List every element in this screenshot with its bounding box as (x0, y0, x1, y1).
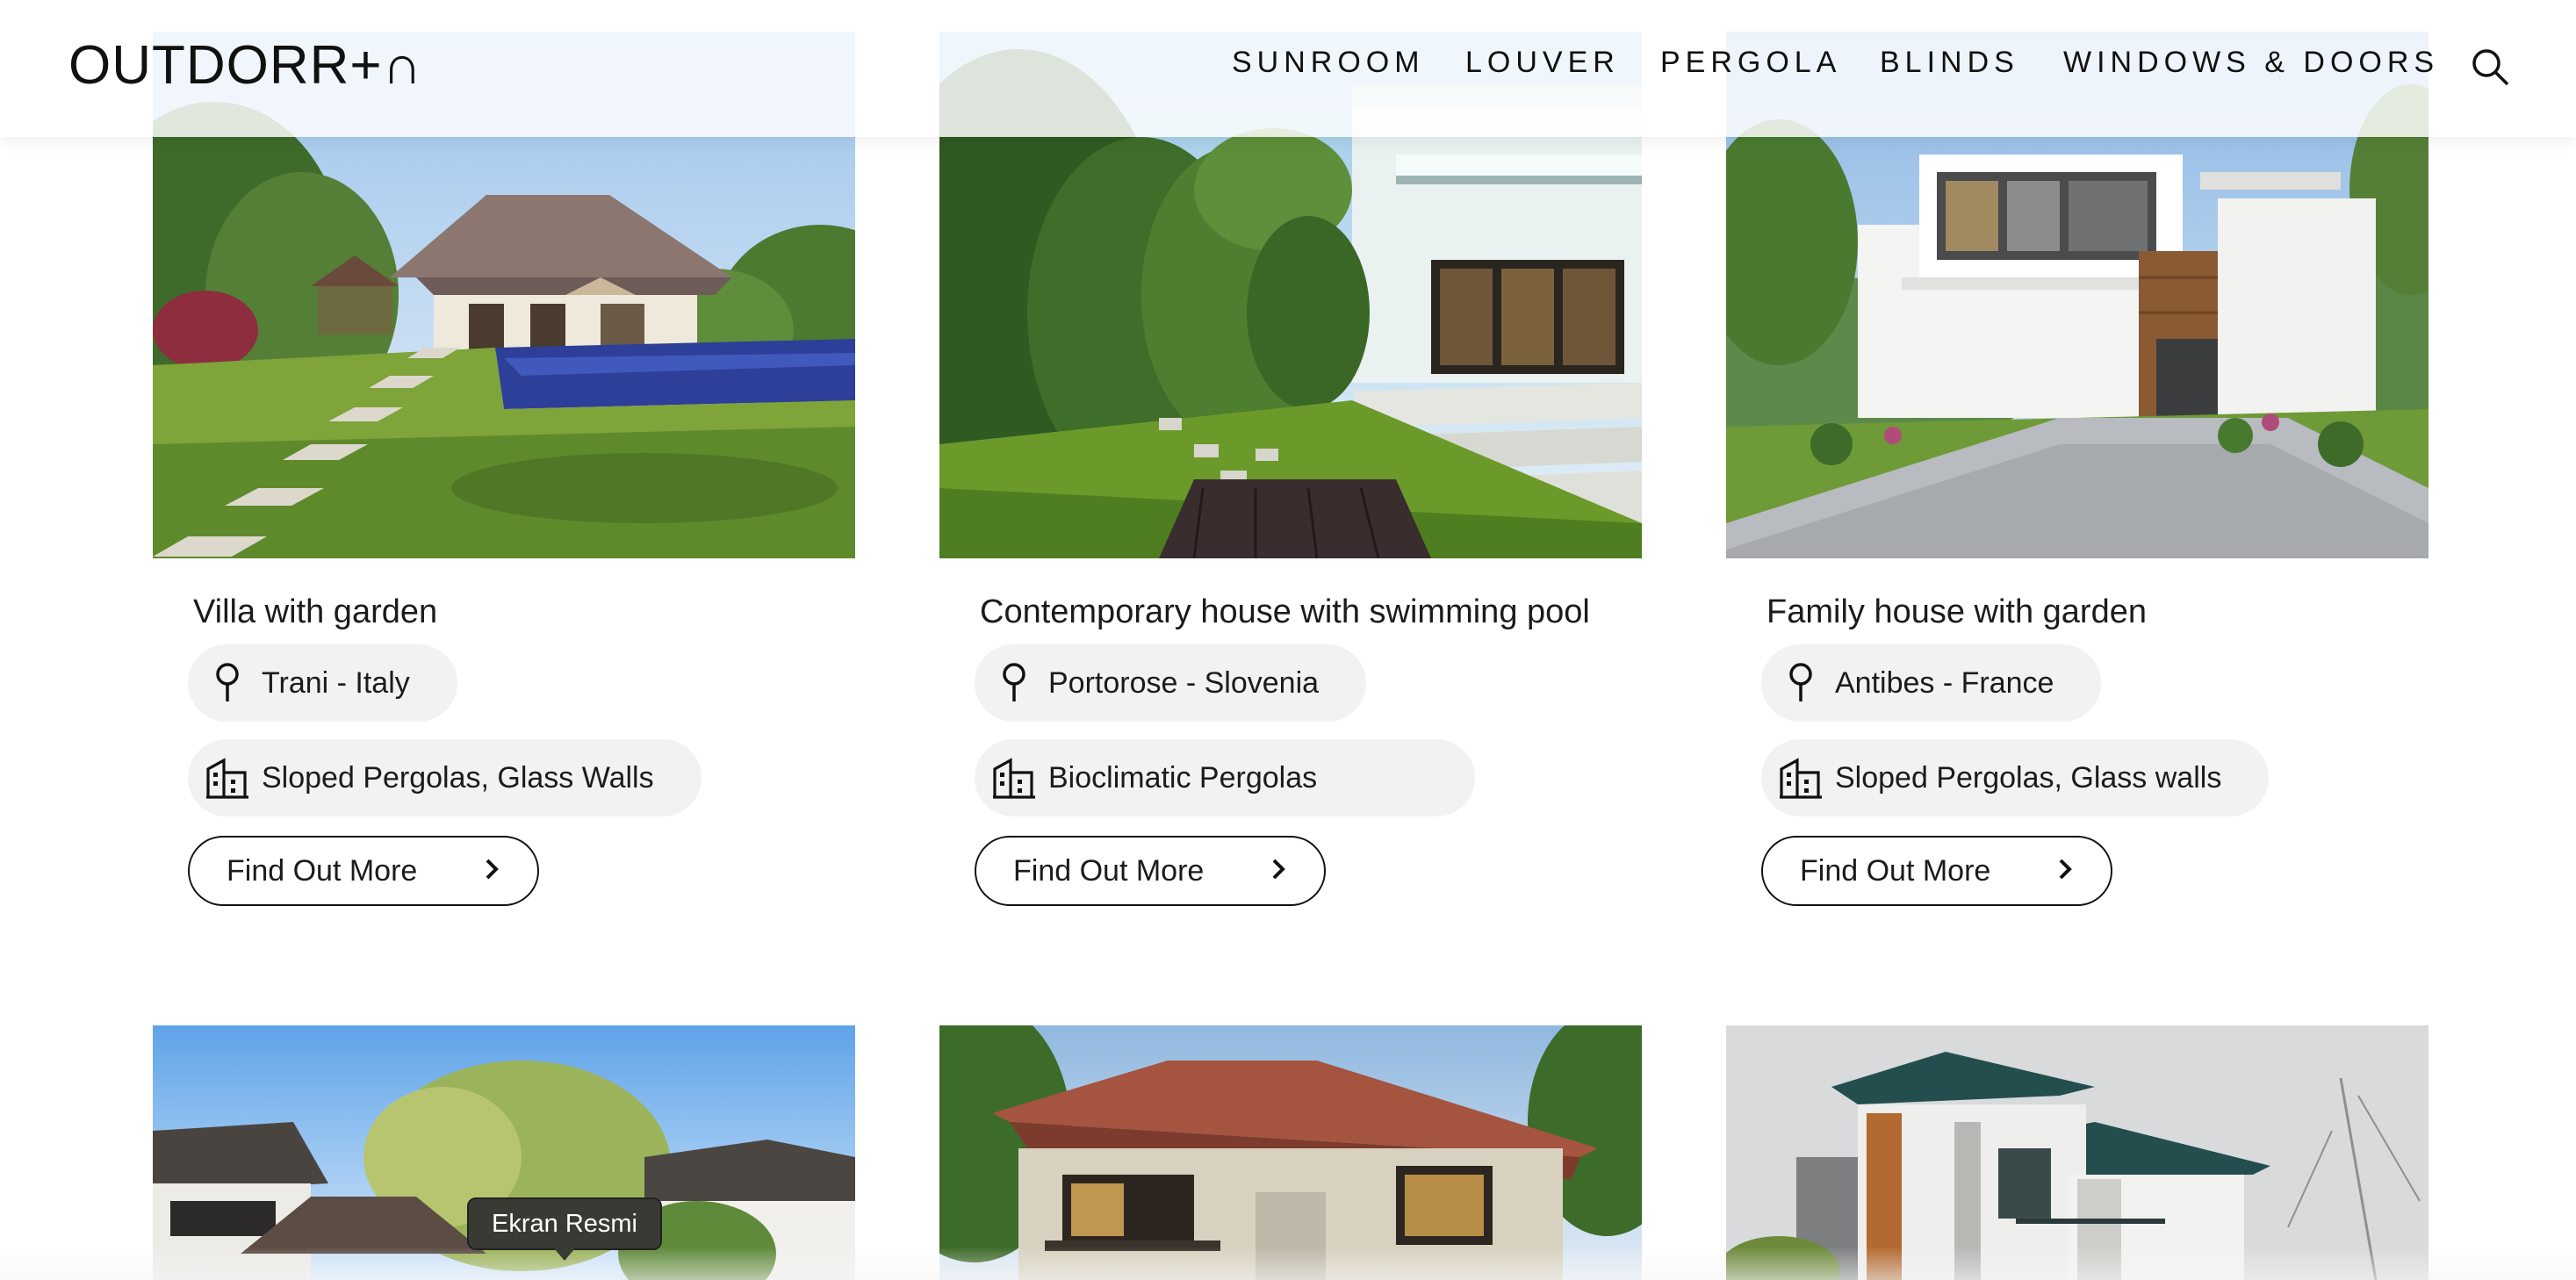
building-icon (204, 754, 251, 802)
nav-item-pergola[interactable]: PERGOLA (1660, 46, 1841, 80)
chevron-right-icon (2056, 857, 2074, 886)
building-icon (1777, 754, 1824, 802)
location-chip: Antibes - France (1761, 644, 2102, 722)
products-text: Bioclimatic Pergolas (1048, 760, 1318, 795)
search-button[interactable] (2469, 46, 2511, 88)
products-chip: Sloped Pergolas, Glass walls (1761, 739, 2270, 816)
nav-item-sunroom[interactable]: SUNROOM (1232, 46, 1425, 80)
nav-item-blinds[interactable]: BLINDS (1880, 46, 2019, 80)
location-pin-icon (204, 659, 251, 707)
site-header: OUTDORR+∩ SUNROOM LOUVER PERGOLA BLINDS … (0, 0, 2576, 137)
logo-text: OUTDORR+∩ (68, 35, 423, 96)
find-out-more-button[interactable]: Find Out More (975, 836, 1326, 906)
location-pin-icon (990, 659, 1038, 707)
chevron-right-icon (1270, 857, 1287, 886)
find-out-more-label: Find Out More (1013, 853, 1205, 888)
nav-item-windows-doors[interactable]: WINDOWS & DOORS (2063, 46, 2439, 80)
find-out-more-label: Find Out More (1800, 853, 1991, 888)
bottom-fade (0, 1247, 2576, 1280)
find-out-more-button[interactable]: Find Out More (1761, 836, 2112, 906)
site-logo[interactable]: OUTDORR+∩ (68, 39, 422, 93)
find-out-more-button[interactable]: Find Out More (188, 836, 539, 906)
tooltip-text: Ekran Resmi (492, 1209, 637, 1238)
location-text: Portorose - Slovenia (1048, 665, 1320, 700)
search-icon (2469, 49, 2511, 91)
products-chip: Sloped Pergolas, Glass Walls (188, 739, 702, 816)
location-chip: Trani - Italy (188, 644, 457, 722)
location-text: Antibes - France (1835, 665, 2054, 700)
location-chip: Portorose - Slovenia (975, 644, 1367, 722)
project-image[interactable] (1726, 1025, 2428, 1280)
products-text: Sloped Pergolas, Glass Walls (262, 760, 654, 795)
building-icon (990, 754, 1038, 802)
tooltip: Ekran Resmi (467, 1197, 662, 1261)
project-title: Contemporary house with swimming pool (980, 593, 1590, 630)
products-text: Sloped Pergolas, Glass walls (1835, 760, 2222, 795)
project-title: Villa with garden (193, 593, 438, 630)
location-text: Trani - Italy (262, 665, 410, 700)
chevron-right-icon (483, 857, 500, 886)
project-title: Family house with garden (1767, 593, 2147, 630)
location-pin-icon (1777, 659, 1824, 707)
project-image[interactable] (939, 1025, 1642, 1280)
products-chip: Bioclimatic Pergolas (975, 739, 1476, 816)
nav-item-louver[interactable]: LOUVER (1465, 46, 1620, 80)
find-out-more-label: Find Out More (227, 853, 418, 888)
